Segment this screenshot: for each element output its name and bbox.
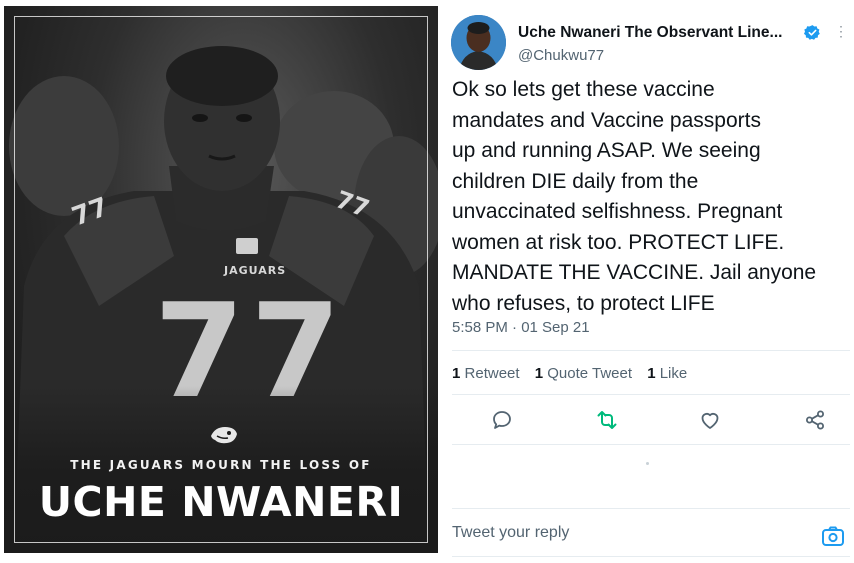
likes-count: 1 bbox=[647, 365, 656, 382]
tweet-line: who refuses, to protect LIFE bbox=[452, 291, 715, 315]
share-icon[interactable] bbox=[803, 408, 827, 432]
likes-stat[interactable]: 1 Like bbox=[647, 365, 687, 382]
reply-input[interactable]: Tweet your reply bbox=[452, 524, 569, 542]
handle[interactable]: @Chukwu77 bbox=[518, 47, 604, 64]
tweet-line: up and running ASAP. We seeing bbox=[452, 139, 761, 162]
tweet-line: women at risk too. PROTECT LIFE. bbox=[452, 230, 785, 254]
divider bbox=[452, 350, 850, 351]
tweet-line: MANDATE THE VACCINE. Jail anyone bbox=[452, 261, 817, 284]
display-name[interactable]: Uche Nwaneri The Observant Line... bbox=[518, 24, 782, 42]
tweet-line: unvaccinated selfishness. Pregnant bbox=[452, 200, 783, 223]
quote-tweets-stat[interactable]: 1 Quote Tweet bbox=[535, 365, 632, 382]
screenshot-composite: 77 77 JAGUARS 77 THE JAGUARS MOURN THE L… bbox=[0, 0, 854, 563]
avatar-image bbox=[451, 15, 506, 70]
tweet-line: children DIE daily from the bbox=[452, 169, 699, 193]
poster-subtitle: THE JAGUARS MOURN THE LOSS OF bbox=[70, 458, 372, 472]
quote-tweets-label: Quote Tweet bbox=[547, 365, 633, 382]
jaguars-logo-icon bbox=[211, 427, 237, 444]
retweets-label: Retweet bbox=[464, 365, 520, 382]
likes-label: Like bbox=[659, 365, 688, 382]
avatar[interactable] bbox=[451, 15, 506, 70]
retweet-icon[interactable] bbox=[595, 408, 619, 432]
more-icon[interactable]: ⋮ bbox=[834, 23, 848, 40]
tweet-card: Uche Nwaneri The Observant Line... ⋮ @Ch… bbox=[440, 0, 854, 563]
tweet-text: Ok so lets get these vaccine mandates an… bbox=[452, 75, 850, 319]
tweet-line: mandates and Vaccine passports bbox=[452, 108, 761, 132]
divider bbox=[452, 394, 850, 395]
reply-icon[interactable] bbox=[490, 408, 514, 432]
engagement-stats: 1 Retweet 1 Quote Tweet 1 Like bbox=[452, 365, 698, 382]
action-bar bbox=[452, 404, 850, 436]
like-icon[interactable] bbox=[698, 408, 722, 432]
camera-icon[interactable] bbox=[821, 526, 845, 548]
divider bbox=[452, 556, 850, 557]
quote-tweets-count: 1 bbox=[534, 365, 544, 382]
tweet-line: Ok so lets get these vaccine bbox=[452, 78, 715, 101]
divider bbox=[452, 508, 850, 509]
loading-dot bbox=[646, 462, 649, 465]
retweets-count: 1 bbox=[452, 365, 461, 382]
memorial-poster: 77 77 JAGUARS 77 THE JAGUARS MOURN THE L… bbox=[4, 6, 438, 553]
timestamp[interactable]: 5:58 PM · 01 Sep 21 bbox=[452, 319, 590, 336]
retweets-stat[interactable]: 1 Retweet bbox=[452, 365, 520, 382]
verified-badge-icon bbox=[804, 25, 820, 40]
divider bbox=[452, 444, 850, 445]
poster-title: UCHE NWANERI bbox=[38, 478, 404, 526]
